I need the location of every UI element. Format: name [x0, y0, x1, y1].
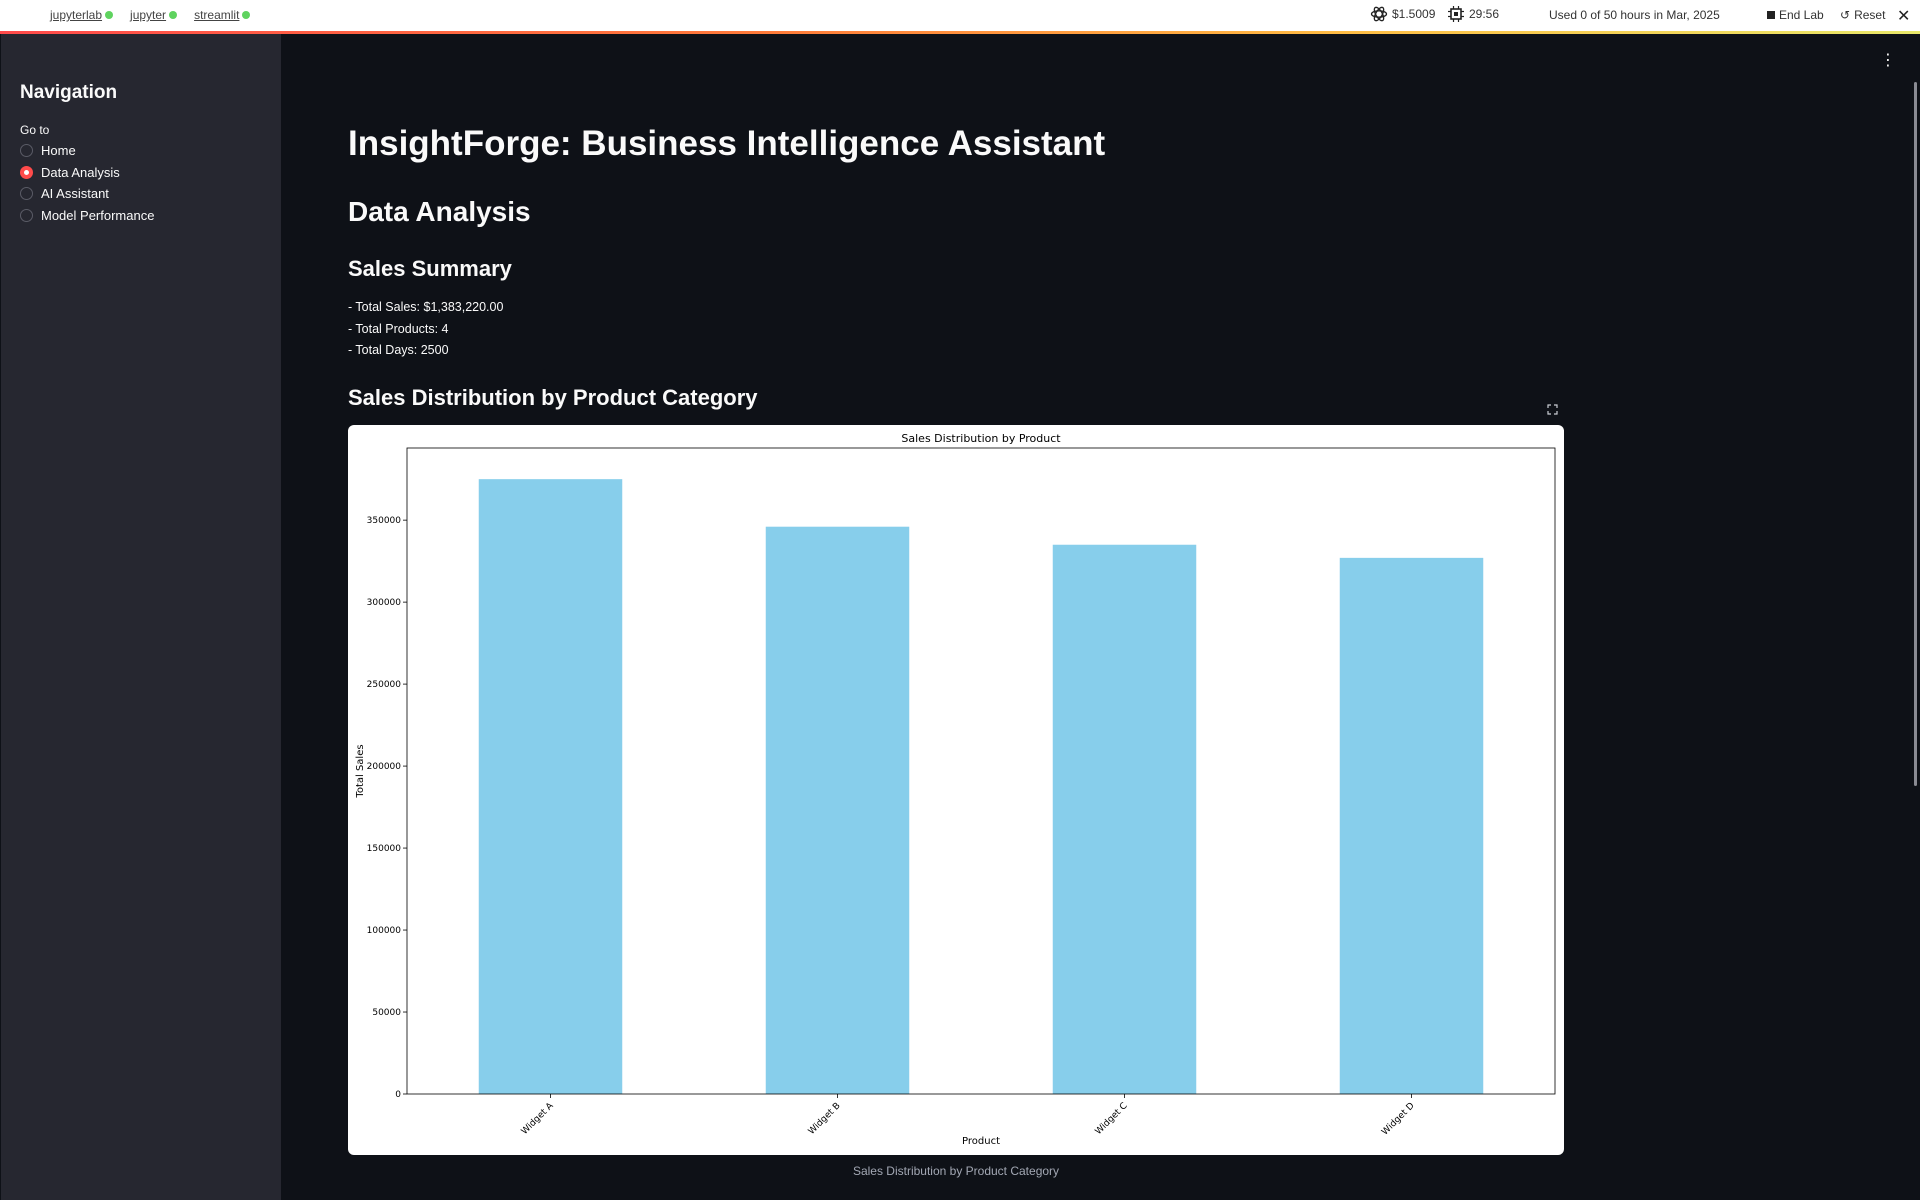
jupyterlab-link[interactable]: jupyterlab: [50, 8, 114, 22]
radio-unchecked-icon[interactable]: [20, 187, 33, 201]
nav-radio-group: Home Data Analysis AI Assistant Model Pe…: [20, 140, 154, 226]
sales-bar-chart: Sales Distribution by Product Product To…: [355, 432, 1556, 1147]
chart-bar: [1339, 557, 1484, 1094]
chart-x-tick-label: Widget C: [1094, 1101, 1130, 1137]
chart-x-tick-label: Widget D: [1380, 1101, 1416, 1137]
reset-button[interactable]: ↺ Reset: [1840, 8, 1885, 22]
lab-top-bar: jupyterlab jupyter streamlit $1.5009 29:…: [0, 0, 1920, 34]
openai-logo-icon: [1370, 6, 1388, 22]
streamlit-link-label: streamlit: [194, 8, 240, 22]
timer-indicator: 29:56: [1447, 5, 1499, 23]
sidebar-title: Navigation: [20, 82, 118, 103]
status-dot-icon: [105, 11, 114, 19]
goto-label: Go to: [20, 123, 50, 137]
chart-y-axis-label: Total Sales: [355, 744, 366, 798]
usage-text: Used 0 of 50 hours in Mar, 2025: [1549, 8, 1720, 22]
nav-option-label: Home: [41, 143, 76, 159]
chart-x-axis-label: Product: [962, 1136, 1000, 1147]
streamlit-link[interactable]: streamlit: [194, 8, 251, 22]
nav-option-label: Model Performance: [41, 207, 155, 223]
chart-bar: [478, 479, 623, 1094]
status-dot-icon: [169, 11, 178, 19]
collapse-icon[interactable]: ✕: [1897, 6, 1910, 26]
chart-title: Sales Distribution by Product: [901, 432, 1061, 445]
lab-tab-links: jupyterlab jupyter streamlit: [50, 8, 251, 22]
radio-checked-icon[interactable]: [20, 165, 33, 179]
chart-caption: Sales Distribution by Product Category: [852, 1164, 1060, 1178]
jupyter-link[interactable]: jupyter: [130, 8, 178, 22]
end-lab-label: End Lab: [1779, 8, 1824, 22]
chart-y-tick-label: 200000: [367, 762, 402, 772]
chart-bar: [1052, 544, 1197, 1094]
accent-stripe: [0, 31, 1920, 34]
chart-bar: [765, 526, 910, 1094]
cpu-chip-icon: [1448, 6, 1464, 22]
end-lab-button[interactable]: End Lab: [1767, 8, 1824, 22]
chart-y-tick-label: 50000: [372, 1008, 401, 1018]
chart-y-tick-label: 250000: [367, 680, 402, 690]
nav-option-home[interactable]: Home: [20, 140, 154, 162]
jupyter-link-label: jupyter: [130, 8, 167, 22]
chart-section-title: Sales Distribution by Product Category: [348, 385, 758, 410]
radio-unchecked-icon[interactable]: [20, 144, 33, 158]
chart-y-tick-label: 0: [395, 1090, 401, 1100]
chart-y-tick-label: 350000: [367, 516, 402, 526]
radio-unchecked-icon[interactable]: [20, 208, 33, 222]
reset-icon: ↺: [1840, 8, 1851, 22]
fullscreen-icon[interactable]: [1547, 404, 1558, 415]
chart-y-tick-label: 300000: [367, 598, 402, 608]
cost-indicator: $1.5009: [1370, 5, 1435, 23]
summary-total-products: - Total Products: 4: [348, 321, 449, 336]
status-dot-icon: [242, 11, 251, 19]
jupyterlab-link-label: jupyterlab: [50, 8, 103, 22]
nav-option-model-performance[interactable]: Model Performance: [20, 205, 154, 227]
summary-total-sales: - Total Sales: $1,383,220.00: [348, 300, 504, 314]
page-title: InsightForge: Business Intelligence Assi…: [348, 124, 1106, 163]
chart-x-tick-label: Widget B: [807, 1101, 843, 1137]
summary-total-days: - Total Days: 2500: [348, 343, 449, 357]
summary-title: Sales Summary: [348, 256, 512, 281]
chart-y-tick-label: 100000: [367, 926, 402, 936]
nav-option-ai-assistant[interactable]: AI Assistant: [20, 183, 154, 205]
chart-card: Sales Distribution by Product Product To…: [348, 425, 1564, 1155]
chart-x-tick-label: Widget A: [520, 1100, 556, 1136]
sales-summary: - Total Sales: $1,383,220.00 - Total Pro…: [348, 299, 503, 364]
chart-y-tick-label: 150000: [367, 844, 402, 854]
page-scrollbar[interactable]: [1914, 82, 1917, 786]
section-title: Data Analysis: [348, 196, 531, 227]
main-menu-icon[interactable]: ⋮: [1880, 53, 1896, 69]
nav-option-label: Data Analysis: [41, 164, 120, 180]
nav-option-data-analysis[interactable]: Data Analysis: [20, 162, 154, 184]
cost-value: $1.5009: [1392, 7, 1436, 21]
stop-icon: [1767, 11, 1775, 19]
reset-label: Reset: [1854, 8, 1886, 22]
nav-option-label: AI Assistant: [41, 186, 109, 202]
timer-value: 29:56: [1469, 7, 1500, 21]
